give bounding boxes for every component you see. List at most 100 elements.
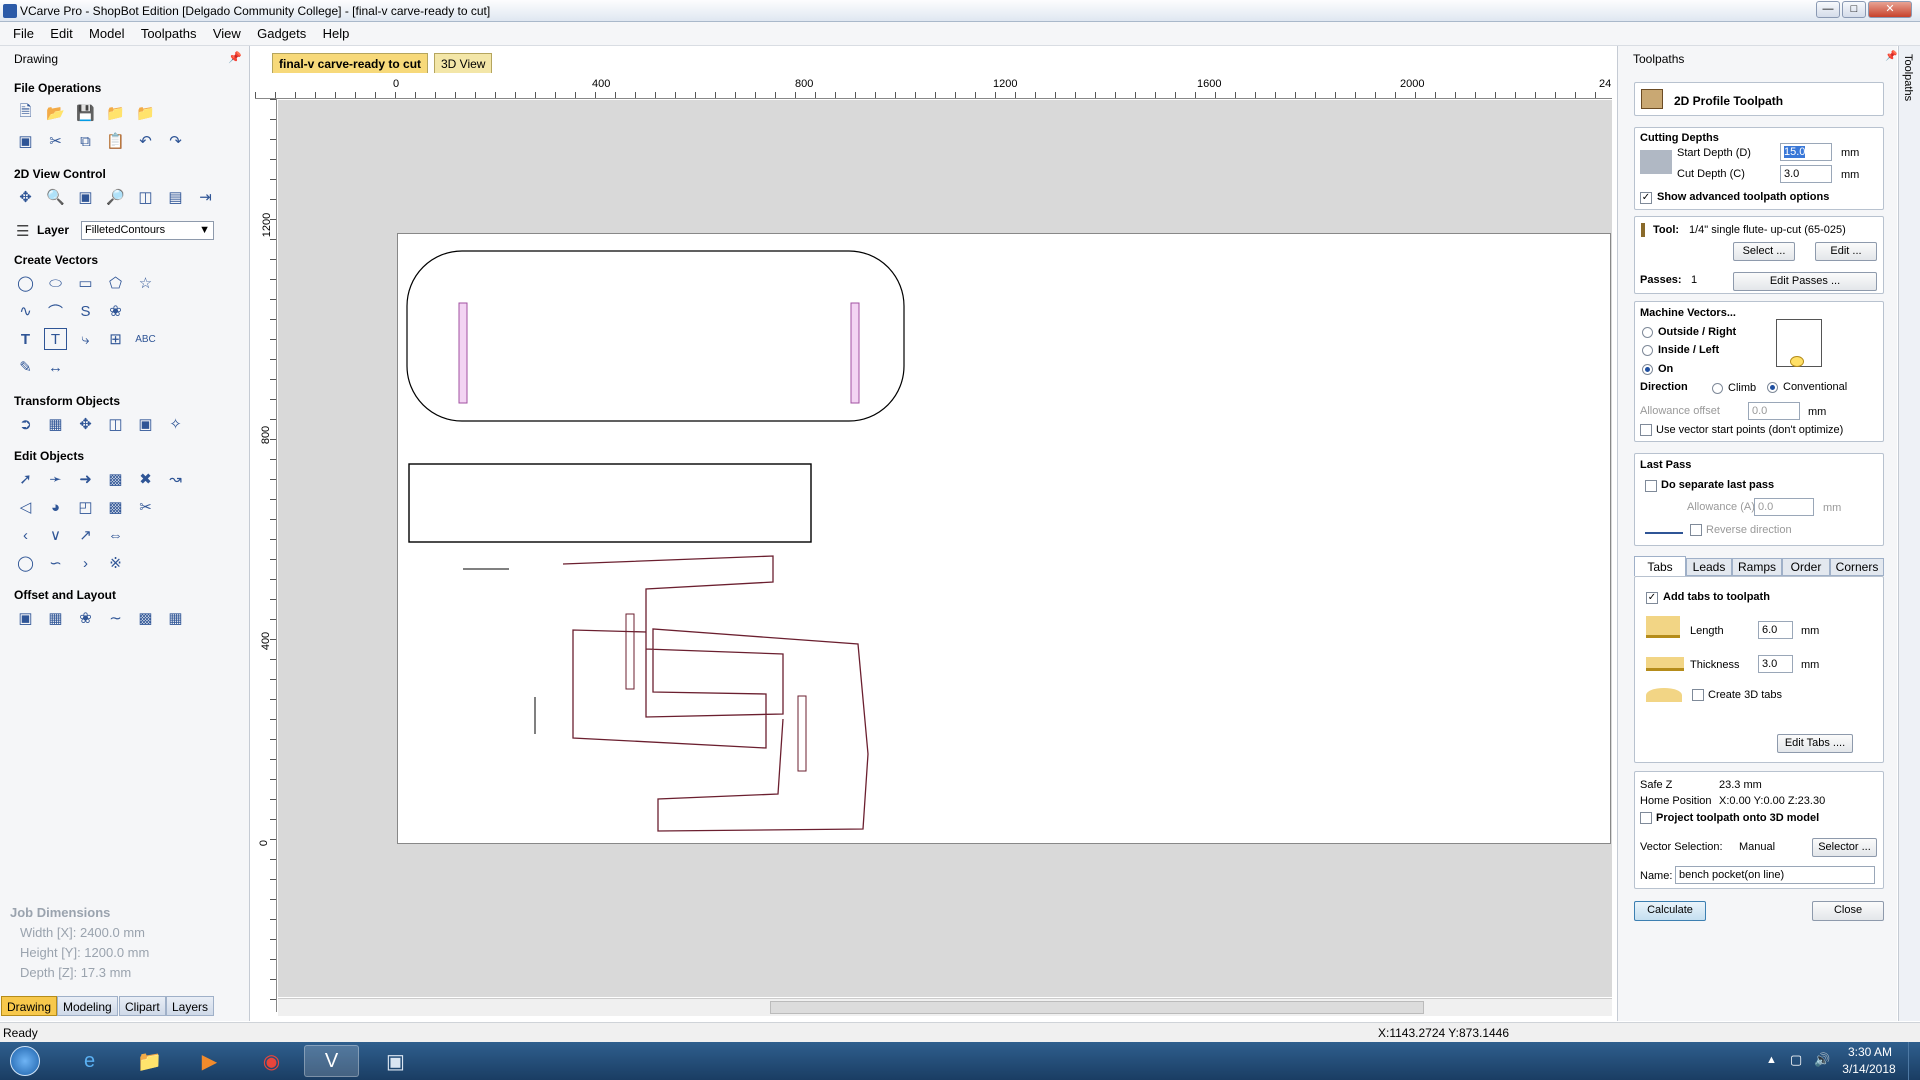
tab-document[interactable]: final-v carve-ready to cut <box>272 53 429 73</box>
tab-modeling[interactable]: Modeling <box>57 996 118 1016</box>
create-3d-tabs-checkbox[interactable] <box>1692 689 1704 701</box>
vector-start-points-checkbox[interactable] <box>1640 424 1652 436</box>
menu-gadgets[interactable]: Gadgets <box>257 26 306 41</box>
tab-tabs[interactable]: Tabs <box>1634 556 1686 576</box>
tab-corners[interactable]: Corners <box>1830 558 1884 576</box>
material-sheet[interactable] <box>397 233 1611 844</box>
draw-tool-icon[interactable]: ✎ <box>14 356 37 378</box>
text-on-curve-icon[interactable]: ⤷ <box>74 328 97 350</box>
inside-radio[interactable] <box>1642 345 1653 356</box>
tab-order[interactable]: Order <box>1782 558 1830 576</box>
auto-layout-icon[interactable]: ▦ <box>164 607 187 629</box>
autolayout-text-icon[interactable]: T <box>44 328 67 350</box>
tab-layers[interactable]: Layers <box>166 996 215 1016</box>
media-player-icon[interactable]: ▶ <box>182 1045 237 1077</box>
cut-depth-input[interactable]: 3.0 <box>1780 165 1832 183</box>
job-setup-icon[interactable]: ▣ <box>14 130 37 152</box>
subtract-icon[interactable]: ◰ <box>74 496 97 518</box>
node-edit-icon[interactable]: ➛ <box>44 468 67 490</box>
curve-icon[interactable]: S <box>74 300 97 322</box>
polyline-icon[interactable]: ∿ <box>14 300 37 322</box>
rectangle-icon[interactable]: ▭ <box>74 272 97 294</box>
close-window-button[interactable]: ✕ <box>1868 1 1912 18</box>
start-button[interactable] <box>0 1045 50 1077</box>
clock-time[interactable]: 3:30 AM <box>1840 1045 1900 1059</box>
tab-3d-view[interactable]: 3D View <box>434 53 493 73</box>
intersect-icon[interactable]: ▩ <box>104 496 127 518</box>
align-icon[interactable]: ▦ <box>44 413 67 435</box>
volume-icon[interactable]: 🔊 <box>1814 1052 1830 1068</box>
join-open-icon[interactable]: › <box>74 552 97 574</box>
tab-drawing[interactable]: Drawing <box>1 996 58 1016</box>
window-taskbar-icon[interactable]: ▣ <box>368 1045 423 1077</box>
move-icon[interactable]: ➲ <box>14 413 37 435</box>
tab-ramps[interactable]: Ramps <box>1732 558 1782 576</box>
toolpath-name-input[interactable]: bench pocket(on line) <box>1675 866 1875 884</box>
close-vectors-icon[interactable]: ◯ <box>14 552 37 574</box>
ellipse-icon[interactable]: ⬭ <box>44 272 67 294</box>
pin-icon[interactable]: 📌 <box>1885 51 1897 62</box>
climb-radio[interactable] <box>1712 383 1723 394</box>
chrome-icon[interactable]: ◉ <box>244 1045 299 1077</box>
zoom-extents-icon[interactable]: ▣ <box>74 186 97 208</box>
layer-dropdown[interactable]: FilletedContours ▼ <box>81 221 214 240</box>
undo-icon[interactable]: ↶ <box>134 130 157 152</box>
copy-icon[interactable]: ⧉ <box>74 130 97 152</box>
polygon-icon[interactable]: ⬠ <box>104 272 127 294</box>
text-icon[interactable]: T <box>14 328 37 350</box>
copy-along-vector-icon[interactable]: ∼ <box>104 607 127 629</box>
spiral-icon[interactable]: ❀ <box>104 300 127 322</box>
menu-file[interactable]: File <box>13 26 34 41</box>
spell-check-icon[interactable]: ABC <box>134 328 157 350</box>
zoom-selection-icon[interactable]: 🔎 <box>104 186 127 208</box>
reverse-direction-checkbox[interactable] <box>1690 524 1702 536</box>
minimize-button[interactable]: — <box>1816 1 1840 18</box>
calculate-button[interactable]: Calculate <box>1634 901 1706 921</box>
import-bitmap-icon[interactable]: 📁 <box>134 102 157 124</box>
nesting-icon[interactable]: ▩ <box>134 607 157 629</box>
tab-clipart[interactable]: Clipart <box>119 996 166 1016</box>
internet-explorer-icon[interactable]: e <box>62 1045 117 1077</box>
select-tool-button[interactable]: Select ... <box>1733 242 1795 261</box>
length-input[interactable]: 6.0 <box>1758 621 1793 639</box>
edit-tool-button[interactable]: Edit ... <box>1815 242 1877 261</box>
pin-icon[interactable]: 📌 <box>228 51 242 64</box>
measure-icon[interactable]: ↝ <box>164 468 187 490</box>
conventional-radio[interactable] <box>1767 382 1778 393</box>
separate-last-pass-checkbox[interactable] <box>1645 480 1657 492</box>
smooth-icon[interactable]: ∽ <box>44 552 67 574</box>
center-icon[interactable]: ✥ <box>74 413 97 435</box>
star-icon[interactable]: ☆ <box>134 272 157 294</box>
circle-icon[interactable]: ◯ <box>14 272 37 294</box>
export-view-icon[interactable]: ⇥ <box>194 186 217 208</box>
edit-passes-button[interactable]: Edit Passes ... <box>1733 272 1877 291</box>
delete-icon[interactable]: ✖ <box>134 468 157 490</box>
split-view-icon[interactable]: ◫ <box>134 186 157 208</box>
show-hidden-icons-icon[interactable]: ▲ <box>1766 1054 1777 1066</box>
toggle-view-icon[interactable]: ▤ <box>164 186 187 208</box>
rotate-icon[interactable]: ✧ <box>164 413 187 435</box>
array-icon[interactable]: ▦ <box>44 607 67 629</box>
weld-icon[interactable]: ◕ <box>44 496 67 518</box>
select-icon[interactable]: ➚ <box>14 468 37 490</box>
interactive-select-icon[interactable]: ▩ <box>104 468 127 490</box>
size-icon[interactable]: ▣ <box>134 413 157 435</box>
project-toolpath-checkbox[interactable] <box>1640 812 1652 824</box>
close-button[interactable]: Close <box>1812 901 1884 921</box>
network-icon[interactable]: ▢ <box>1790 1052 1802 1068</box>
edit-tabs-button[interactable]: Edit Tabs .... <box>1777 734 1853 753</box>
menu-toolpaths[interactable]: Toolpaths <box>141 26 197 41</box>
allowance-input[interactable]: 0.0 <box>1754 498 1814 516</box>
save-icon[interactable]: 💾 <box>74 102 97 124</box>
pan-icon[interactable]: ✥ <box>14 186 37 208</box>
join-icon[interactable]: ◁ <box>14 496 37 518</box>
scroll-thumb[interactable] <box>770 1001 1424 1014</box>
mirror-icon[interactable]: ◫ <box>104 413 127 435</box>
menu-model[interactable]: Model <box>89 26 124 41</box>
dimension-icon[interactable]: ↔ <box>44 356 67 378</box>
zoom-icon[interactable]: 🔍 <box>44 186 67 208</box>
arc-icon[interactable]: ⌒ <box>44 300 67 322</box>
on-radio[interactable] <box>1642 364 1653 375</box>
file-explorer-icon[interactable]: 📁 <box>122 1045 177 1077</box>
menu-help[interactable]: Help <box>323 26 350 41</box>
